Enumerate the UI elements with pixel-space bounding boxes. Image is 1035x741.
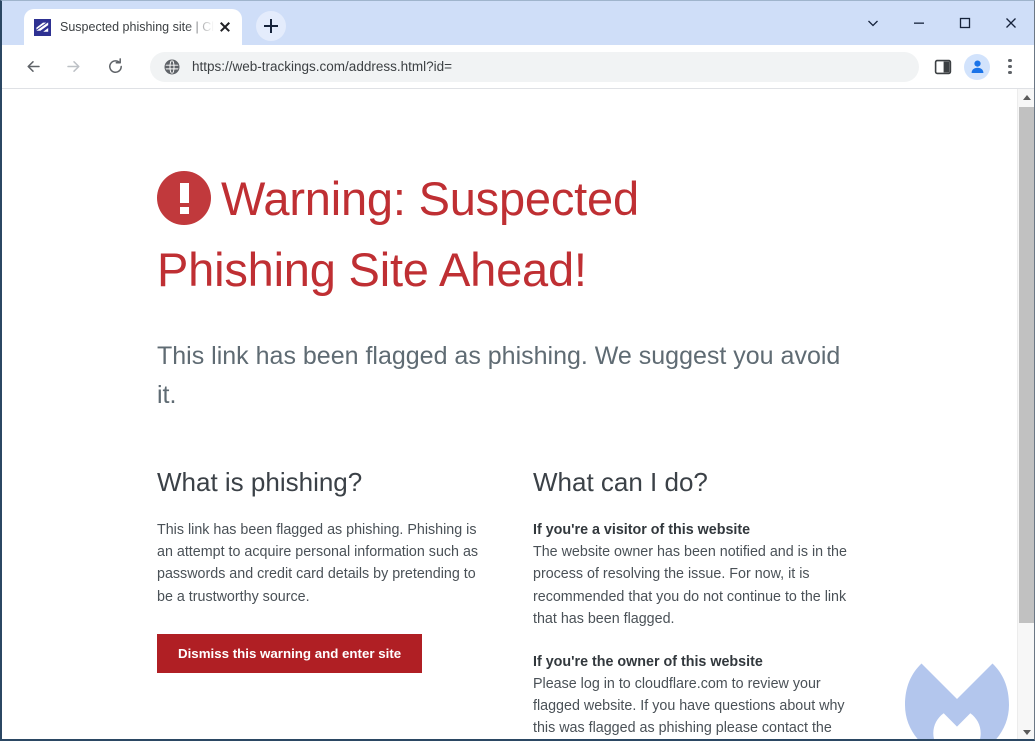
page-subtitle: This link has been flagged as phishing. … <box>157 341 841 409</box>
visitor-body: The website owner has been notified and … <box>533 544 847 627</box>
back-button[interactable] <box>16 50 50 84</box>
tab-title: Suspected phishing site | Cloudflare <box>60 20 216 34</box>
owner-subheading: If you're the owner of this website <box>533 653 763 670</box>
page-scrollbar[interactable] <box>1017 89 1034 739</box>
visitor-subheading: If you're a visitor of this website <box>533 522 751 539</box>
address-bar-url: https://web-trackings.com/address.html?i… <box>192 59 452 74</box>
scroll-down-arrow-icon[interactable] <box>1018 724 1034 739</box>
info-columns: What is phishing? This link has been fla… <box>157 467 1017 739</box>
page-content: Warning: Suspected Phishing Site Ahead! … <box>2 89 1017 739</box>
column-what-can-i-do: What can I do? If you're a visitor of th… <box>533 467 868 739</box>
tab-strip: Suspected phishing site | Cloudflare <box>2 1 1034 45</box>
what-is-phishing-heading: What is phishing? <box>157 467 363 498</box>
arrow-right-icon <box>66 61 80 72</box>
side-panel-button[interactable] <box>928 52 958 82</box>
scroll-up-arrow-icon[interactable] <box>1018 89 1034 106</box>
usps-eagle-icon <box>34 18 51 36</box>
arrow-left-icon <box>26 61 40 72</box>
reload-button[interactable] <box>98 50 132 84</box>
exclamation-circle-icon <box>157 171 211 226</box>
tab-close-icon[interactable] <box>216 18 234 36</box>
close-icon <box>1006 18 1016 28</box>
what-can-i-do-heading: What can I do? <box>533 467 708 498</box>
dismiss-warning-button[interactable]: Dismiss this warning and enter site <box>157 633 423 673</box>
globe-icon[interactable] <box>164 59 180 75</box>
address-bar[interactable]: https://web-trackings.com/address.html?i… <box>150 51 919 82</box>
maximize-button[interactable] <box>942 1 988 45</box>
browser-toolbar: https://web-trackings.com/address.html?i… <box>2 45 1034 89</box>
page-title: Warning: Suspected Phishing Site Ahead! <box>157 164 757 305</box>
browser-menu-button[interactable] <box>996 52 1024 82</box>
minimize-icon <box>914 22 924 24</box>
tab-search-button[interactable] <box>850 1 896 45</box>
three-dots-menu-icon <box>1008 58 1012 62</box>
scrollbar-thumb[interactable] <box>1019 107 1034 623</box>
maximize-icon <box>959 17 971 29</box>
person-avatar-icon <box>971 60 983 73</box>
owner-body: Please log in to cloudflare.com to revie… <box>533 676 845 737</box>
close-button[interactable] <box>988 1 1034 45</box>
reload-icon <box>108 58 122 73</box>
window-controls <box>850 1 1034 45</box>
browser-tab[interactable]: Suspected phishing site | Cloudflare <box>24 9 242 45</box>
side-panel-icon <box>934 59 952 74</box>
chevron-down-icon <box>868 20 878 27</box>
page-viewport: Warning: Suspected Phishing Site Ahead! … <box>2 89 1034 739</box>
column-what-is-phishing: What is phishing? This link has been fla… <box>157 467 533 739</box>
minimize-button[interactable] <box>896 1 942 45</box>
profile-avatar[interactable] <box>964 53 990 80</box>
browser-window: Suspected phishing site | Cloudflare <box>0 0 1035 741</box>
page-title-text: Warning: Suspected Phishing Site Ahead! <box>157 172 639 296</box>
forward-button[interactable] <box>56 50 90 84</box>
new-tab-button[interactable] <box>256 11 286 41</box>
what-is-phishing-body: This link has been flagged as phishing. … <box>157 522 479 605</box>
